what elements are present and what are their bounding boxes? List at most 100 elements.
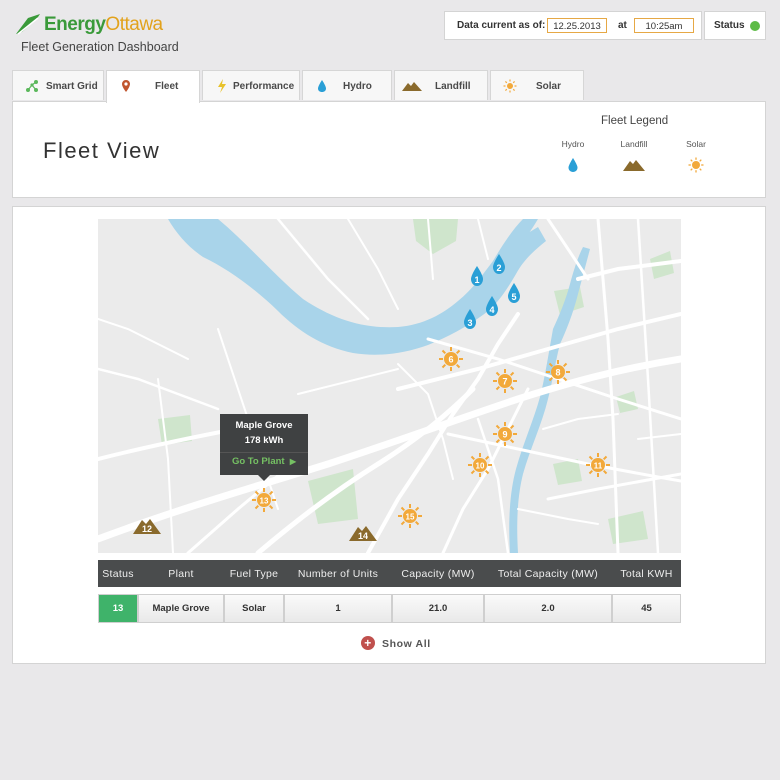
marker-label: 8 bbox=[555, 368, 560, 378]
network-icon bbox=[26, 80, 38, 92]
page-title: Fleet View bbox=[43, 138, 161, 163]
tooltip-plant-value: 178 kWh bbox=[244, 435, 284, 446]
energy-leaf-icon bbox=[16, 14, 40, 35]
water-drop-icon bbox=[318, 80, 326, 92]
map-base bbox=[98, 219, 681, 553]
at-label: at bbox=[618, 20, 627, 31]
tooltip-pointer bbox=[258, 475, 270, 481]
fleet-map[interactable]: 1 2 3 4 5 6 7 8 9 10 11 13 15 12 14 Mapl… bbox=[98, 219, 681, 553]
solar-marker[interactable]: 11 bbox=[585, 452, 611, 478]
solar-marker[interactable]: 15 bbox=[397, 503, 423, 529]
tab-hydro[interactable]: Hydro bbox=[302, 70, 392, 100]
legend-item-landfill: Landfill bbox=[612, 139, 656, 173]
sun-icon bbox=[688, 157, 704, 173]
landfill-marker[interactable]: 12 bbox=[132, 517, 162, 535]
status-label: Status bbox=[714, 20, 745, 31]
marker-label: 14 bbox=[358, 531, 368, 541]
marker-label: 2 bbox=[496, 263, 501, 273]
tab-label: Performance bbox=[233, 81, 295, 92]
tab-landfill[interactable]: Landfill bbox=[394, 70, 488, 100]
solar-marker[interactable]: 6 bbox=[438, 346, 464, 372]
plant-table: Status Plant Fuel Type Number of Units C… bbox=[98, 560, 681, 623]
legend-title: Fleet Legend bbox=[601, 115, 669, 127]
mound-icon bbox=[623, 160, 645, 171]
marker-label: 3 bbox=[467, 318, 472, 328]
tab-label: Landfill bbox=[435, 81, 471, 92]
units-cell: 1 bbox=[284, 594, 392, 623]
status-box: Status bbox=[704, 11, 766, 40]
marker-label: 7 bbox=[502, 377, 507, 387]
data-current-box: Data current as of: 12.25.2013 at 10:25a… bbox=[444, 11, 702, 40]
tab-label: Hydro bbox=[343, 81, 372, 92]
capacity-cell: 21.0 bbox=[392, 594, 484, 623]
marker-label: 4 bbox=[489, 305, 494, 315]
status-indicator bbox=[750, 21, 760, 31]
map-pin-icon bbox=[122, 80, 130, 92]
tab-label: Smart Grid bbox=[46, 81, 98, 92]
marker-label: 5 bbox=[511, 292, 516, 302]
hydro-marker[interactable]: 5 bbox=[506, 282, 522, 304]
marker-label: 15 bbox=[406, 513, 415, 522]
plant-cell: Maple Grove bbox=[138, 594, 224, 623]
status-cell: 13 bbox=[98, 594, 138, 623]
landfill-marker[interactable]: 14 bbox=[348, 524, 378, 542]
lightning-icon bbox=[218, 79, 226, 93]
total-capacity-cell: 2.0 bbox=[484, 594, 612, 623]
plant-tooltip: Maple Grove 178 kWh Go To Plant ▶ bbox=[220, 414, 308, 481]
solar-marker-selected[interactable]: 13 bbox=[251, 487, 277, 513]
solar-marker[interactable]: 10 bbox=[467, 452, 493, 478]
play-arrow-icon: ▶ bbox=[289, 457, 297, 466]
legend-item-solar: Solar bbox=[674, 139, 718, 173]
date-field[interactable]: 12.25.2013 bbox=[547, 18, 607, 33]
tab-label: Fleet bbox=[155, 81, 179, 92]
tooltip-plant-name: Maple Grove bbox=[235, 420, 293, 431]
solar-marker[interactable]: 9 bbox=[492, 421, 518, 447]
marker-label: 1 bbox=[474, 275, 479, 285]
fuel-type-cell: Solar bbox=[224, 594, 284, 623]
tab-fleet[interactable]: Fleet bbox=[106, 70, 200, 103]
water-drop-icon bbox=[568, 158, 578, 172]
data-current-label: Data current as of: bbox=[457, 20, 546, 31]
plus-icon: + bbox=[361, 636, 375, 650]
fleet-view-panel: Fleet View Fleet Legend Hydro Landfill S… bbox=[12, 101, 766, 198]
map-panel: 1 2 3 4 5 6 7 8 9 10 11 13 15 12 14 Mapl… bbox=[12, 206, 766, 664]
legend-label: Hydro bbox=[561, 139, 585, 149]
marker-label: 11 bbox=[594, 462, 603, 471]
brand-name: EnergyOttawa bbox=[44, 14, 163, 35]
header: EnergyOttawa Fleet Generation Dashboard … bbox=[0, 0, 780, 70]
marker-label: 13 bbox=[260, 497, 269, 506]
hydro-marker[interactable]: 3 bbox=[462, 308, 478, 330]
show-all-label: Show All bbox=[382, 638, 431, 650]
tab-label: Solar bbox=[536, 81, 562, 92]
column-header[interactable]: Number of Units bbox=[284, 560, 392, 587]
table-row[interactable]: 13 Maple Grove Solar 1 21.0 2.0 45 bbox=[98, 594, 681, 623]
marker-label: 6 bbox=[448, 355, 453, 365]
column-header[interactable]: Total Capacity (MW) bbox=[484, 560, 612, 587]
legend-label: Landfill bbox=[620, 139, 648, 149]
column-header[interactable]: Capacity (MW) bbox=[392, 560, 484, 587]
marker-label: 10 bbox=[476, 462, 485, 471]
total-kwh-cell: 45 bbox=[612, 594, 681, 623]
legend-item-hydro: Hydro bbox=[551, 139, 595, 173]
go-to-plant-label: Go To Plant bbox=[231, 456, 285, 467]
column-header[interactable]: Total KWH bbox=[612, 560, 681, 587]
hydro-marker[interactable]: 2 bbox=[491, 253, 507, 275]
sun-icon bbox=[503, 79, 517, 93]
column-header[interactable]: Status bbox=[98, 560, 138, 587]
legend-label: Solar bbox=[686, 139, 706, 149]
marker-label: 12 bbox=[142, 524, 152, 534]
go-to-plant-button[interactable]: Go To Plant ▶ bbox=[220, 452, 308, 470]
time-field[interactable]: 10:25am bbox=[634, 18, 694, 33]
column-header[interactable]: Plant bbox=[138, 560, 224, 587]
table-header-row: Status Plant Fuel Type Number of Units C… bbox=[98, 560, 681, 587]
column-header[interactable]: Fuel Type bbox=[224, 560, 284, 587]
tab-performance[interactable]: Performance bbox=[202, 70, 300, 100]
tab-smart-grid[interactable]: Smart Grid bbox=[12, 70, 104, 100]
solar-marker[interactable]: 7 bbox=[492, 368, 518, 394]
hydro-marker[interactable]: 4 bbox=[484, 295, 500, 317]
mound-icon bbox=[402, 82, 422, 91]
marker-label: 9 bbox=[502, 430, 507, 440]
tab-solar[interactable]: Solar bbox=[490, 70, 584, 100]
solar-marker[interactable]: 8 bbox=[545, 359, 571, 385]
hydro-marker[interactable]: 1 bbox=[469, 265, 485, 287]
